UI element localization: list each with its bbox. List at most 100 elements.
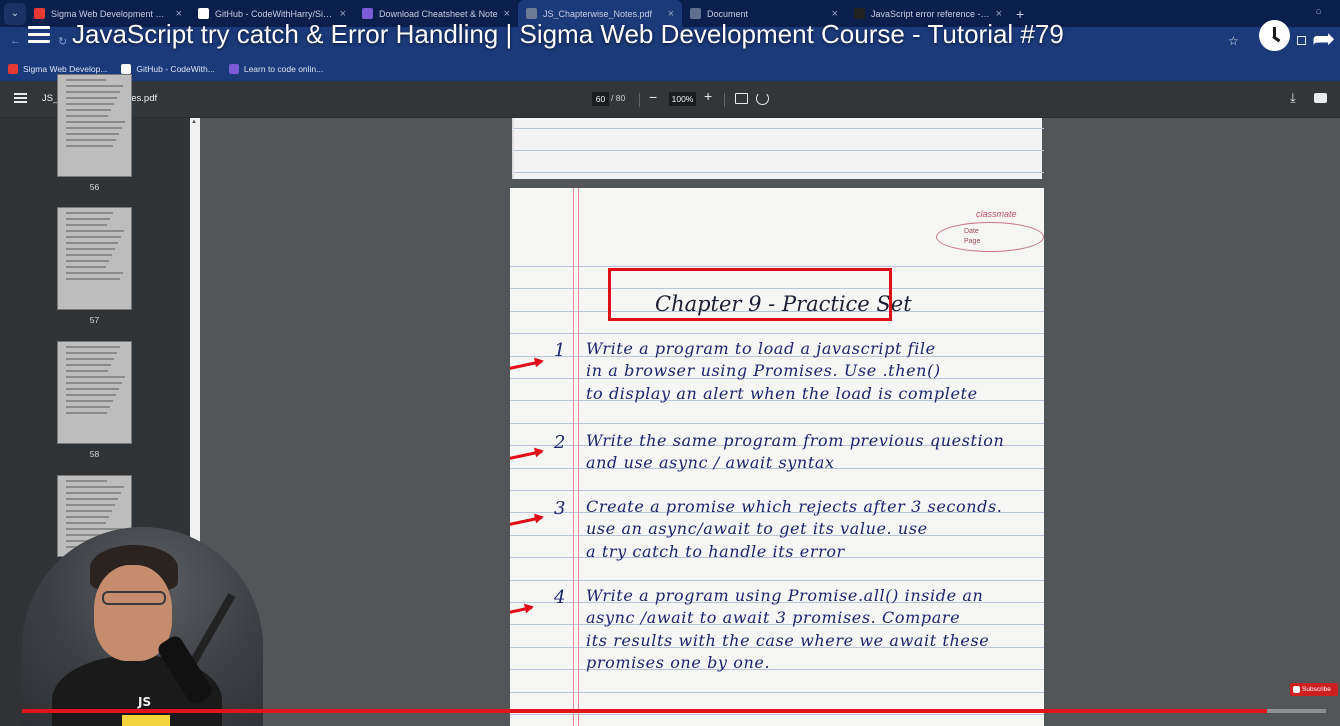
thumbnail-line (66, 236, 121, 238)
page-thumbnail[interactable] (58, 75, 131, 176)
tab-favicon-icon (362, 8, 373, 19)
ruled-line (514, 150, 1044, 151)
question-text-line: Create a promise which rejects after 3 s… (586, 497, 1003, 516)
bookmark-item[interactable]: GitHub - CodeWith... (121, 64, 215, 74)
ruled-line (510, 691, 1044, 693)
thumbnail-line (66, 272, 123, 274)
ruled-line (510, 490, 1044, 491)
page-thumbnail[interactable] (58, 342, 131, 443)
reload-icon[interactable]: ↻ (58, 35, 67, 48)
notebook-header: classmate Date Page (936, 206, 1044, 258)
print-icon[interactable] (1314, 93, 1327, 103)
thumbnail-line (66, 278, 120, 280)
question-number: 4 (554, 587, 566, 608)
video-title[interactable]: JavaScript try catch & Error Handling | … (72, 19, 1064, 50)
ruled-line (510, 333, 1044, 335)
bookmarks-bar: Sigma Web Develop... GitHub - CodeWith...… (0, 57, 1340, 81)
bookmark-favicon-icon (8, 64, 18, 74)
shirt-logo: JS (138, 695, 152, 709)
thumbnail-line (66, 109, 111, 111)
tab-close-icon[interactable]: × (668, 8, 674, 20)
thumbnail-line (66, 412, 107, 414)
bookmark-label: Learn to code onlin... (243, 64, 324, 74)
tab-close-icon[interactable]: × (996, 8, 1002, 20)
question-text-line: a try catch to handle its error (586, 541, 845, 561)
thumbnail-line (66, 121, 125, 123)
date-label: Date (964, 228, 979, 235)
tab-close-icon[interactable]: × (340, 8, 346, 20)
tab-close-icon[interactable]: × (176, 8, 182, 20)
margin-line (573, 188, 574, 726)
share-icon[interactable]: ➦ (1312, 22, 1335, 55)
question-text-line: Write a program to load a javascript fil… (586, 339, 936, 358)
question-text-line: to display an alert when the load is com… (586, 383, 978, 403)
fit-page-icon[interactable] (735, 93, 748, 104)
pdf-sidebar-menu-icon[interactable] (14, 93, 27, 103)
question-text-line: promises one by one. (586, 653, 771, 673)
bookmark-item[interactable]: Learn to code onlin... (228, 64, 324, 74)
thumbnail-line (66, 358, 114, 360)
bookmark-item[interactable]: Sigma Web Develop... (8, 64, 107, 74)
bookmark-label: GitHub - CodeWith... (136, 64, 215, 74)
zoom-in-button[interactable]: + (704, 88, 712, 104)
thumbnail-page-number: 58 (89, 449, 100, 459)
bookmark-favicon-icon (121, 64, 132, 74)
video-progress-fill (22, 709, 1268, 713)
red-arrow-annotation (510, 450, 543, 463)
bookmark-favicon-icon (228, 64, 239, 74)
thumbnail-line (66, 127, 122, 129)
tab-favicon-icon (34, 8, 45, 19)
thumbnail-line (66, 370, 108, 372)
tab-title: Download Cheatsheet & Note (379, 8, 498, 19)
thumbnail-line (66, 97, 117, 99)
ruled-line (514, 172, 1044, 173)
pdf-toolbar: JS_Chapterwise_Notes.pdf 60 / 80 − 100% … (0, 81, 1340, 118)
tab-favicon-icon (526, 8, 537, 19)
ruled-line (510, 266, 1044, 267)
question-number: 1 (554, 340, 566, 361)
thumbnail-line (66, 133, 119, 135)
toolbar-divider (639, 93, 640, 107)
page-number-input[interactable]: 60 (592, 92, 609, 106)
thumbnail-line (66, 382, 122, 384)
question-text-line: its results with the case where we await… (586, 630, 990, 650)
side-panel-icon[interactable] (1297, 36, 1306, 45)
thumbnail-line (66, 103, 114, 105)
thumbnail-line (66, 346, 120, 348)
video-progress-bar[interactable] (22, 709, 1326, 713)
question-text-line: in a browser using Promises. Use .then() (586, 361, 941, 381)
scroll-up-arrow-icon[interactable]: ▲ (191, 119, 197, 125)
window-restore-icon[interactable]: ○ (1315, 6, 1322, 18)
zoom-level-input[interactable]: 100% (669, 92, 696, 106)
tab-close-icon[interactable]: × (832, 8, 838, 20)
thumbnail-line (66, 254, 112, 256)
zoom-out-button[interactable]: − (649, 89, 657, 105)
thumbnail-line (66, 492, 121, 494)
notebook-brand: classmate (976, 209, 1017, 219)
watch-later-icon[interactable] (1259, 20, 1290, 51)
question-text-line: Write a program using Promise.all() insi… (586, 586, 984, 605)
ruled-line (510, 579, 1044, 581)
red-arrow-annotation (510, 360, 543, 373)
subscribe-watermark[interactable]: Subscribe (1290, 683, 1338, 696)
question-number: 3 (554, 498, 566, 519)
bookmark-star-icon[interactable]: ☆ (1228, 34, 1239, 48)
tab-search-icon[interactable]: ⌄ (4, 2, 26, 25)
thumbnail-page-number: 56 (89, 182, 100, 192)
thumbnail-line (66, 266, 106, 268)
tab-title: GitHub - CodeWithHarry/Sigm (215, 8, 334, 19)
rotate-icon[interactable] (756, 92, 769, 105)
tab-close-icon[interactable]: × (504, 8, 510, 20)
playlist-menu-icon[interactable] (28, 26, 50, 44)
pdf-page: classmate Date Page Chapter 9 - Practice… (510, 188, 1044, 726)
question-text-line: async /await to await 3 promises. Compar… (586, 608, 961, 628)
download-icon[interactable]: ⤓ (1290, 90, 1296, 106)
back-icon[interactable]: ← (10, 35, 21, 47)
glasses (102, 591, 166, 605)
thumbnail-line (66, 248, 115, 250)
page-thumbnail[interactable] (58, 208, 131, 309)
thumbnail-line (66, 364, 111, 366)
thumbnail-line (66, 224, 107, 226)
question-text-line: Write the same program from previous que… (586, 431, 1005, 450)
thumbnail-line (66, 260, 109, 262)
